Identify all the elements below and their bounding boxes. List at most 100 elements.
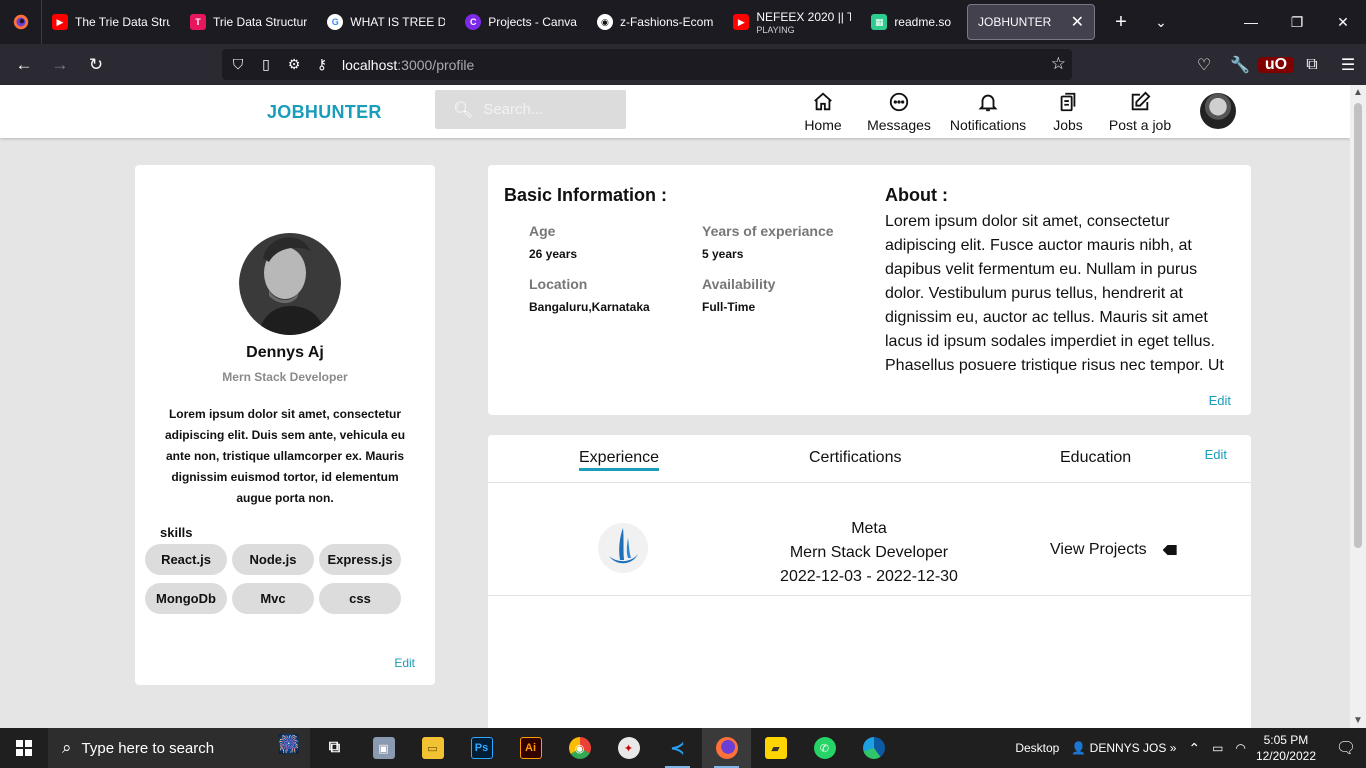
nav-label: Post a job	[1108, 117, 1172, 133]
readme-icon: ▦	[871, 14, 888, 30]
bell-icon	[977, 91, 999, 113]
location-value: Bangaluru,Karnataka	[529, 300, 650, 314]
tab-playing-label: PLAYING	[756, 24, 795, 35]
browser-tab-2[interactable]: T Trie Data Structur	[180, 0, 317, 44]
experience-tabs: Experience Certifications Education Edit	[488, 435, 1251, 483]
firefox-view-icon[interactable]	[0, 0, 42, 44]
photos-app-icon[interactable]: ▣	[359, 728, 408, 768]
nav-jobs[interactable]: Jobs	[1051, 91, 1085, 135]
tab-title: NEFEEX 2020 || To	[756, 9, 852, 24]
menu-icon[interactable]: ☰	[1330, 55, 1366, 75]
view-projects-button[interactable]: View Projects	[1050, 541, 1177, 559]
battery-icon[interactable]: ▭	[1212, 741, 1223, 755]
browser-tab-4[interactable]: C Projects - Canva	[455, 0, 587, 44]
firefox-icon[interactable]	[702, 728, 751, 768]
browser-tab-6[interactable]: ▶ NEFEEX 2020 || To PLAYING	[723, 0, 861, 44]
new-tab-icon[interactable]: +	[1101, 11, 1141, 34]
compass-app-icon[interactable]: ✦	[604, 728, 653, 768]
desktop-toolbar-label[interactable]: Desktop	[1015, 741, 1059, 755]
experience-edit-link[interactable]: Edit	[1205, 447, 1227, 462]
expand-chevron-icon[interactable]: »	[1170, 741, 1177, 755]
location-field: Location Bangaluru,Karnataka	[529, 276, 650, 314]
browser-tab-active[interactable]: JOBHUNTER ✕	[967, 4, 1096, 40]
taskbar-search-input[interactable]: ⌕ Type here to search 🎆	[48, 728, 310, 768]
messages-icon	[888, 91, 910, 113]
reload-icon[interactable]: ↻	[78, 55, 114, 75]
scrollbar-thumb[interactable]	[1354, 103, 1362, 548]
sticky-notes-icon[interactable]: ▰	[751, 728, 800, 768]
tag-arrow-icon	[1162, 545, 1177, 555]
tab-education[interactable]: Education	[1060, 449, 1131, 467]
windows-taskbar: ⌕ Type here to search 🎆 ⧉ ▣ ▭ Ps Ai ◉ ✦ …	[0, 728, 1366, 768]
profile-edit-link[interactable]: Edit	[394, 656, 415, 670]
basic-info-edit-link[interactable]: Edit	[1209, 393, 1231, 408]
availability-value: Full-Time	[702, 300, 756, 314]
scroll-up-icon[interactable]: ▲	[1353, 87, 1363, 98]
tray-chevron-up-icon[interactable]: ⌃	[1188, 740, 1200, 757]
close-tab-icon[interactable]: ✕	[1071, 12, 1084, 32]
vscode-icon[interactable]: ≺	[653, 728, 702, 768]
github-icon: ◉	[596, 14, 613, 30]
page-scrollbar[interactable]: ▲ ▼	[1350, 85, 1366, 728]
fireworks-flag-icon: 🎆	[277, 734, 300, 754]
tab-experience[interactable]: Experience	[579, 449, 660, 471]
task-view-icon[interactable]: ⧉	[310, 728, 359, 768]
windows-start-icon[interactable]	[0, 728, 48, 768]
tab-label: Trie Data Structur	[213, 15, 308, 29]
search-icon: 🔍︎	[453, 101, 474, 119]
edit-icon	[1129, 91, 1151, 113]
nav-messages[interactable]: Messages	[866, 91, 932, 135]
chevron-down-icon[interactable]: ⌄	[1141, 14, 1181, 31]
search-input[interactable]: 🔍︎ Search...	[435, 90, 626, 129]
browser-tab-3[interactable]: G WHAT IS TREE DA	[317, 0, 455, 44]
clock[interactable]: 5:05 PM 12/20/2022	[1256, 732, 1316, 764]
extensions-icon[interactable]: ⧉	[1294, 56, 1330, 74]
whatsapp-icon[interactable]: ✆	[800, 728, 849, 768]
forward-icon[interactable]: →	[42, 55, 78, 75]
wrench-icon[interactable]: 🔧	[1222, 55, 1258, 75]
experience-field: Years of experiance 5 years	[702, 223, 834, 261]
tab-certifications[interactable]: Certifications	[809, 449, 901, 467]
youtube-icon: ▶	[52, 14, 68, 30]
shield-icon[interactable]: ⛉	[230, 56, 246, 73]
page-icon[interactable]: ▯	[258, 56, 274, 73]
scroll-down-icon[interactable]: ▼	[1353, 715, 1363, 726]
user-toolbar[interactable]: 👤 DENNYS JOS »	[1071, 741, 1176, 755]
taskbar-search-placeholder: Type here to search	[81, 739, 215, 757]
job-role: Mern Stack Developer	[789, 544, 949, 561]
pocket-icon[interactable]: ♡	[1186, 55, 1222, 75]
back-icon[interactable]: ←	[6, 55, 42, 75]
edge-icon[interactable]	[849, 728, 898, 768]
wifi-icon[interactable]: ◠	[1235, 741, 1245, 755]
google-icon: G	[327, 14, 344, 30]
nav-post-job[interactable]: Post a job	[1107, 91, 1173, 135]
header-avatar[interactable]	[1200, 93, 1236, 129]
toolbar-extensions: ♡ 🔧 uO ⧉ ☰	[1186, 44, 1366, 85]
url-bar[interactable]: ⛉ ▯ ⚙ ⚷ localhost:3000/profile ☆	[222, 49, 1072, 80]
nav-home[interactable]: Home	[804, 91, 842, 135]
file-explorer-icon[interactable]: ▭	[408, 728, 457, 768]
close-window-icon[interactable]: ✕	[1320, 0, 1366, 44]
permissions-icon[interactable]: ⚙	[286, 56, 302, 73]
brand-logo[interactable]: JOBHUNTER	[267, 102, 382, 123]
about-text: Lorem ipsum dolor sit amet, consectetur …	[885, 213, 1224, 374]
illustrator-icon[interactable]: Ai	[506, 728, 555, 768]
bookmark-star-icon[interactable]: ☆	[1051, 54, 1066, 74]
clock-date: 12/20/2022	[1255, 749, 1316, 763]
minimize-icon[interactable]: —	[1228, 0, 1274, 44]
browser-tab-1[interactable]: ▶ The Trie Data Stru	[42, 0, 180, 44]
browser-tab-7[interactable]: ▦ readme.so	[861, 0, 961, 44]
experience-details: Meta Mern Stack Developer 2022-12-03 - 2…	[718, 517, 1020, 589]
nav-notifications[interactable]: Notifications	[947, 91, 1029, 135]
age-label: Age	[529, 223, 556, 239]
age-field: Age 26 years	[529, 223, 577, 261]
notification-center-icon[interactable]: 🗨	[1326, 738, 1366, 758]
ublock-icon[interactable]: uO	[1258, 56, 1294, 74]
browser-tab-5[interactable]: ◉ z-Fashions-Ecom	[587, 0, 723, 44]
restore-icon[interactable]: ❐	[1274, 0, 1320, 44]
url-path: :3000/profile	[397, 56, 475, 73]
key-icon[interactable]: ⚷	[314, 56, 330, 73]
skill-chip: Express.js	[319, 544, 401, 575]
chrome-icon[interactable]: ◉	[555, 728, 604, 768]
photoshop-icon[interactable]: Ps	[457, 728, 506, 768]
